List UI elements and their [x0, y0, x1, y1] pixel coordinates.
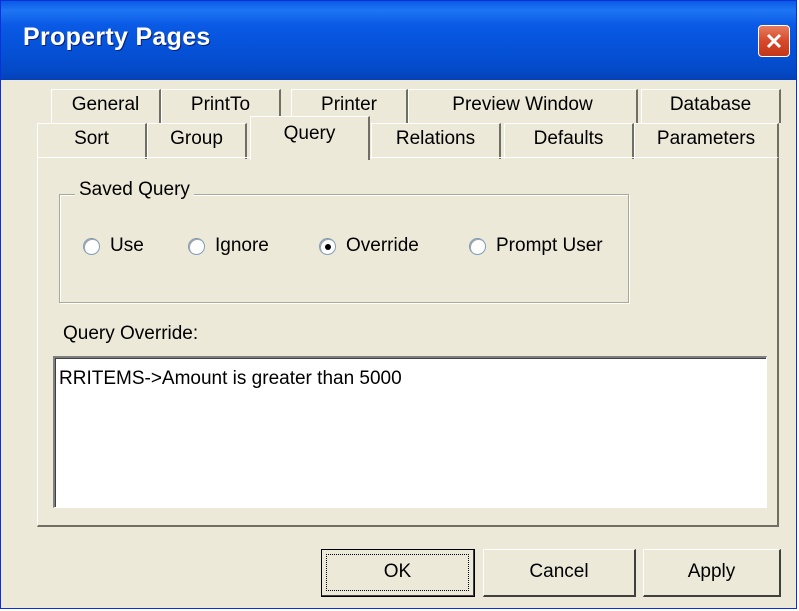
tab-query[interactable]: Query — [250, 116, 370, 160]
apply-button[interactable]: Apply — [643, 549, 781, 597]
close-icon — [766, 33, 782, 49]
cancel-button[interactable]: Cancel — [483, 549, 636, 597]
radio-label-ignore: Ignore — [215, 235, 269, 256]
tab-parameters[interactable]: Parameters — [634, 123, 779, 159]
window-title: Property Pages — [23, 23, 211, 51]
focus-rect — [326, 554, 469, 591]
tab-defaults[interactable]: Defaults — [504, 123, 634, 159]
close-button[interactable] — [758, 25, 790, 57]
tab-sort[interactable]: Sort — [37, 123, 147, 159]
ok-button[interactable]: OK — [321, 549, 475, 597]
radio-button-selected[interactable] — [319, 237, 336, 255]
radio-override[interactable]: Override — [319, 231, 419, 261]
radio-use[interactable]: Use — [83, 231, 144, 261]
radio-button[interactable] — [188, 237, 205, 255]
query-override-label: Query Override: — [63, 323, 199, 344]
radio-label-prompt-user: Prompt User — [496, 235, 603, 256]
query-override-textarea[interactable]: RRITEMS->Amount is greater than 5000 — [53, 356, 767, 508]
radio-button[interactable] — [83, 237, 100, 255]
radio-ignore[interactable]: Ignore — [188, 231, 269, 261]
property-pages-window: Property Pages General PrintTo Printer P… — [0, 0, 797, 609]
tab-general[interactable]: General — [51, 89, 161, 123]
radio-label-override: Override — [346, 235, 419, 256]
radio-button[interactable] — [469, 237, 486, 255]
tab-database[interactable]: Database — [641, 89, 781, 123]
apply-button-label: Apply — [687, 561, 736, 582]
radio-selected-dot-icon — [325, 243, 331, 250]
tab-relations[interactable]: Relations — [371, 123, 501, 159]
saved-query-group-label: Saved Query — [75, 179, 194, 201]
radio-label-use: Use — [110, 235, 144, 256]
radio-prompt-user[interactable]: Prompt User — [469, 231, 603, 261]
title-bar[interactable]: Property Pages — [1, 1, 796, 80]
cancel-button-label: Cancel — [529, 561, 589, 582]
tab-preview-window[interactable]: Preview Window — [408, 89, 638, 123]
tab-group[interactable]: Group — [147, 123, 247, 159]
